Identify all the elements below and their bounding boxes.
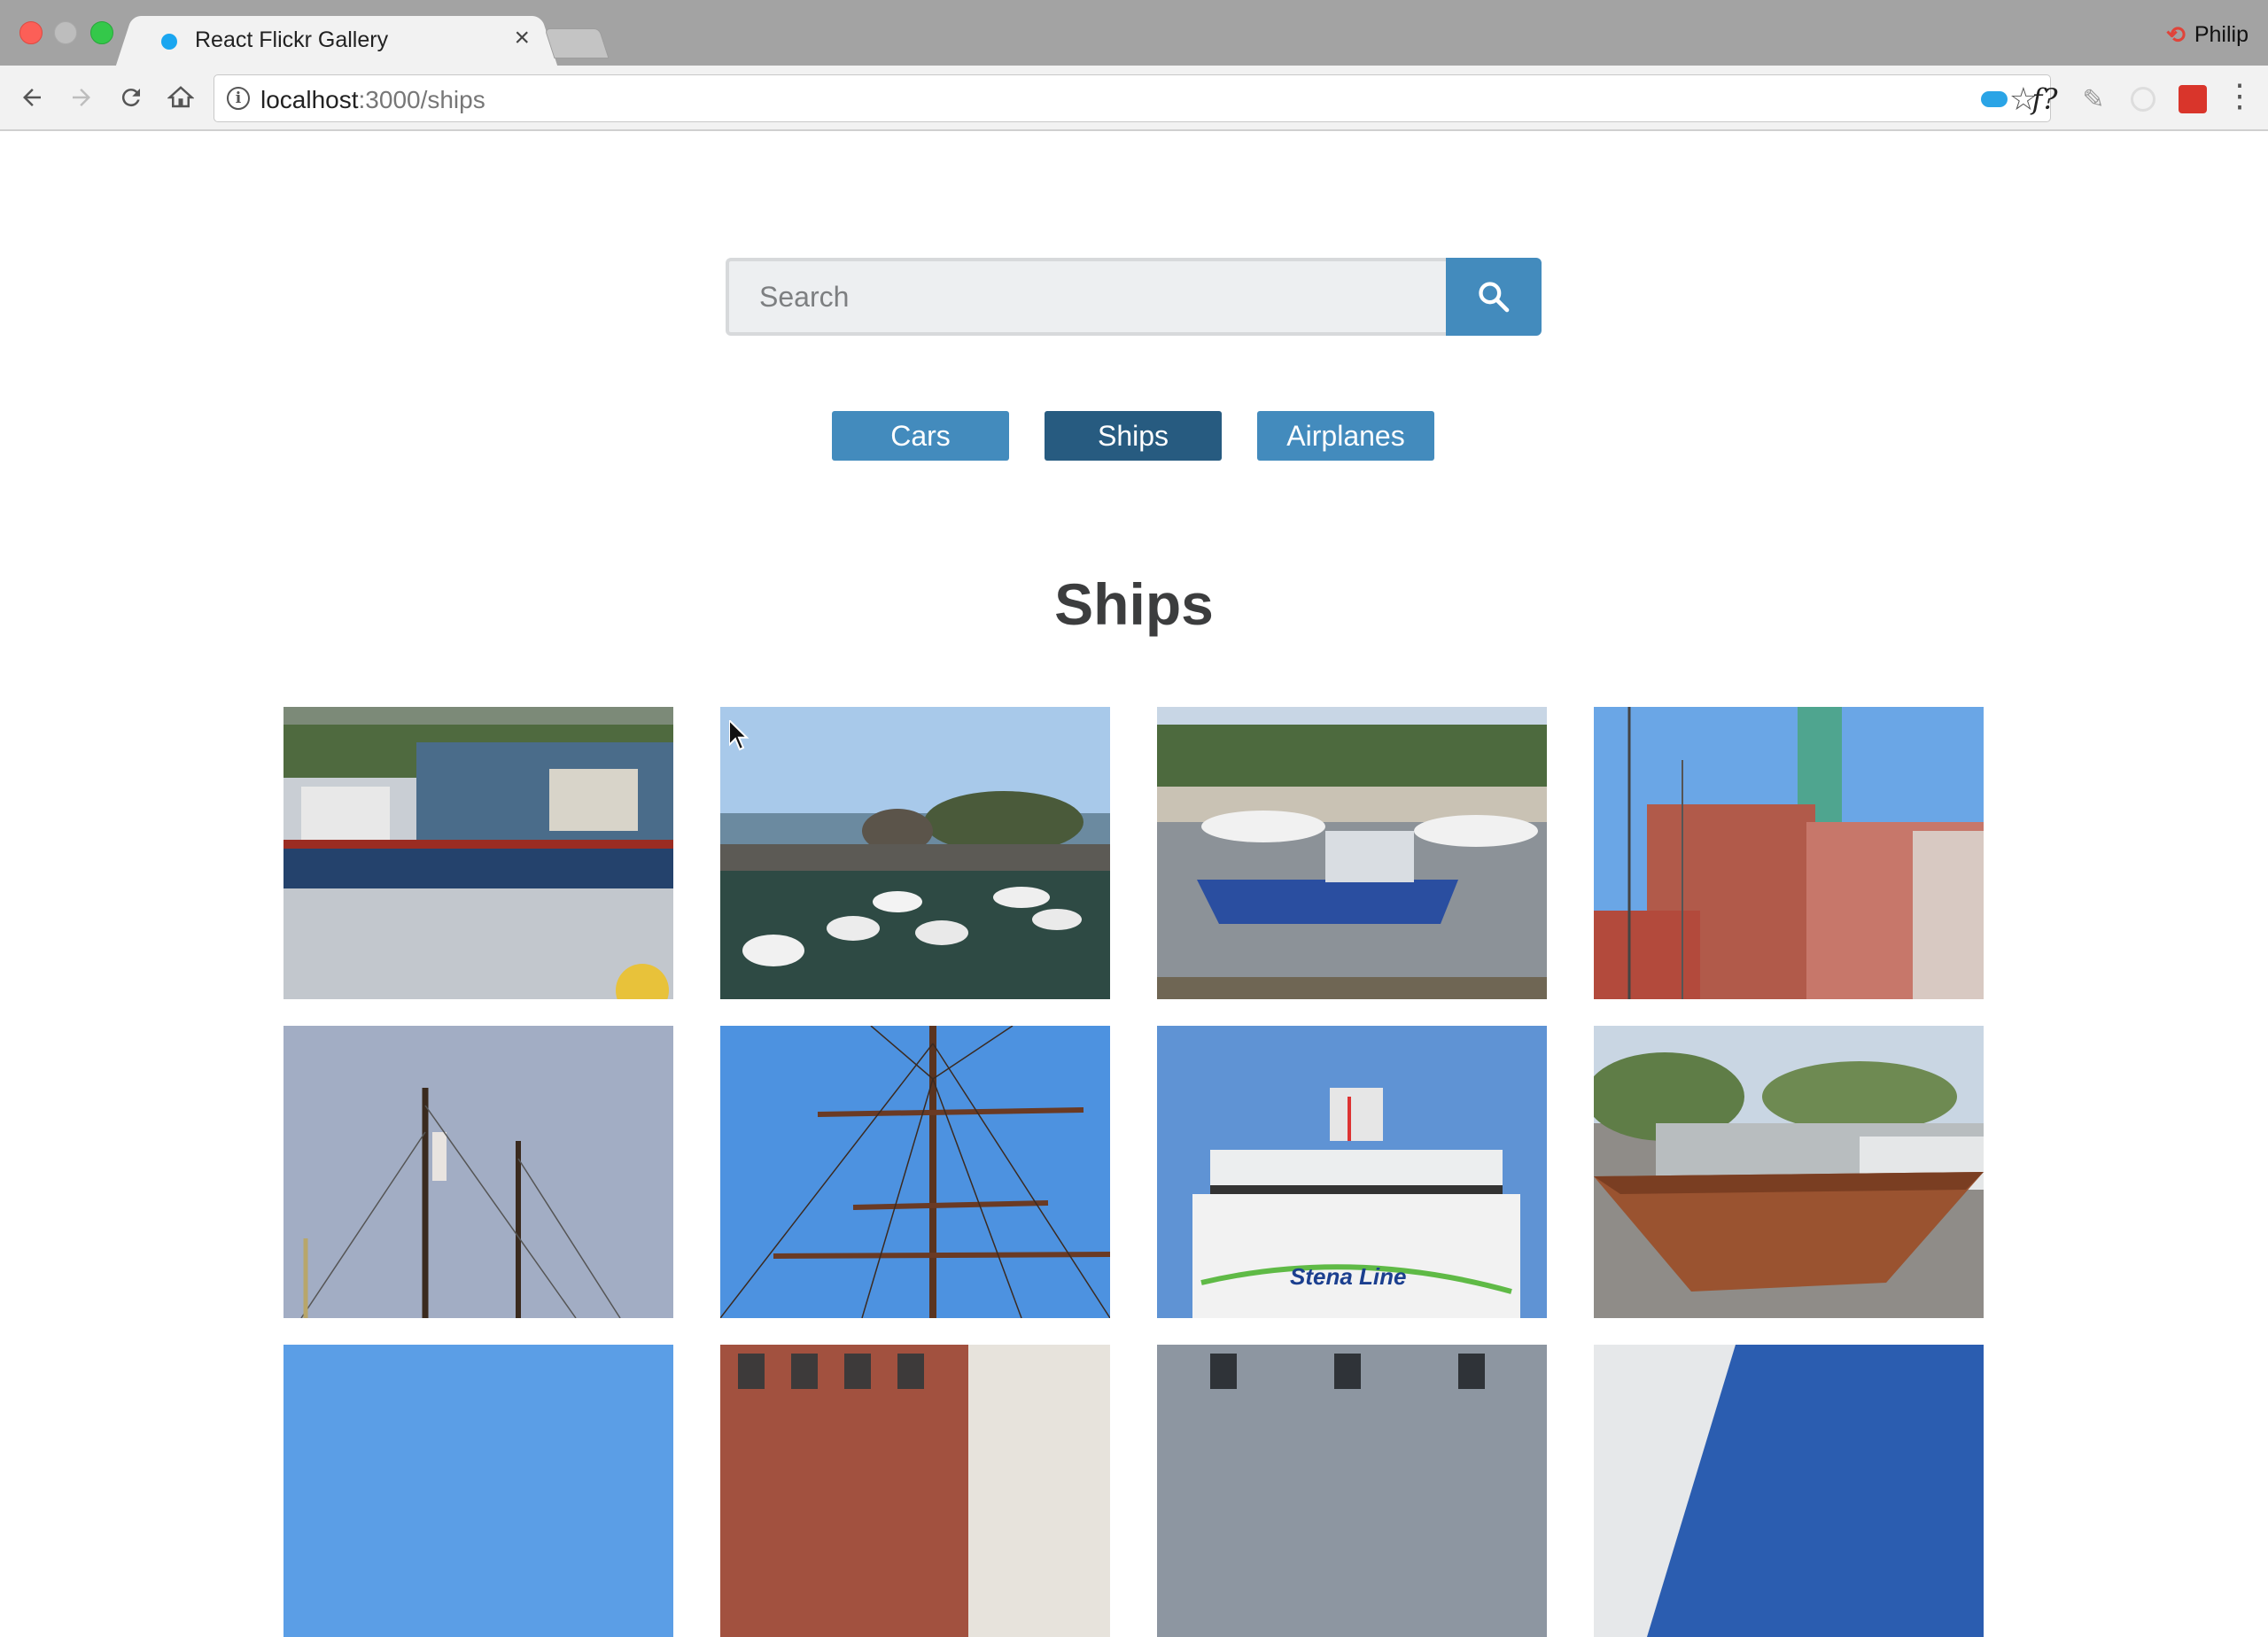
search-input[interactable]: [726, 258, 1446, 336]
home-icon: [167, 86, 194, 108]
forward-button[interactable]: [64, 80, 99, 115]
brick-facade-image: [720, 1345, 1110, 1637]
nav-link-ships[interactable]: Ships: [1045, 411, 1222, 461]
new-tab-button[interactable]: [544, 28, 610, 58]
sky-image: [284, 1345, 673, 1637]
photo-sailboat-masts[interactable]: [284, 1026, 673, 1318]
photo-sail-blue[interactable]: [1594, 1345, 1984, 1637]
reload-icon: [121, 89, 140, 107]
photo-harbor-boats[interactable]: [720, 707, 1110, 999]
circle-extension-icon[interactable]: [2127, 83, 2159, 115]
tall-ship-rigging-image: [720, 1026, 1110, 1318]
gallery-title: Ships: [1054, 571, 1214, 637]
red-extension-icon[interactable]: [2177, 83, 2209, 115]
sail-blue-image: [1594, 1345, 1984, 1637]
harbor-boats-image: [720, 707, 1110, 999]
stena-line-ferry-image: Stena Line: [1157, 1026, 1547, 1318]
photo-blue-fishing-boat[interactable]: [1157, 707, 1547, 999]
cargo-ship-image: [284, 707, 673, 999]
cloud-extension-icon[interactable]: [1978, 83, 2010, 115]
search-button[interactable]: [1446, 258, 1542, 336]
reload-button[interactable]: [113, 80, 149, 115]
mouse-cursor-icon: [728, 718, 750, 756]
svg-text:Stena Line: Stena Line: [1290, 1263, 1406, 1290]
photo-brick-buildings-masts[interactable]: [1594, 707, 1984, 999]
photo-brick-facade[interactable]: [720, 1345, 1110, 1637]
brick-buildings-masts-image: [1594, 707, 1984, 999]
search-icon: [1479, 282, 1510, 313]
blue-fishing-boat-image: [1157, 707, 1547, 999]
browser-tab-active[interactable]: React Flickr Gallery ×: [133, 16, 540, 66]
search-form: [726, 258, 1542, 336]
url-path: :3000/ships: [358, 86, 485, 113]
photo-cargo-ship[interactable]: [284, 707, 673, 999]
main-nav: Cars Ships Airplanes: [832, 411, 1434, 461]
photo-stena-line-ferry[interactable]: Stena Line: [1157, 1026, 1547, 1318]
font-extension-label: f?: [2031, 82, 2058, 116]
url-text[interactable]: localhost:3000/ships: [260, 86, 485, 114]
photo-rust-sculpture[interactable]: [1594, 1026, 1984, 1318]
tab-close-icon[interactable]: ×: [514, 23, 530, 52]
font-extension-icon[interactable]: f?: [2029, 82, 2061, 116]
page-content: Cars Ships Airplanes Ships: [0, 133, 2268, 1637]
url-host: localhost: [260, 86, 359, 113]
photo-sky[interactable]: [284, 1345, 673, 1637]
back-button[interactable]: [14, 80, 50, 115]
close-window-button[interactable]: [19, 21, 43, 44]
profile-name: Philip: [2194, 22, 2249, 47]
back-arrow-icon: [23, 89, 41, 106]
minimize-window-button[interactable]: [54, 21, 77, 44]
nav-link-airplanes[interactable]: Airplanes: [1257, 411, 1434, 461]
maximize-window-button[interactable]: [90, 21, 113, 44]
info-icon[interactable]: i: [227, 87, 250, 110]
sailboat-masts-image: [284, 1026, 673, 1318]
browser-toolbar: i localhost:3000/ships ☆ f? ✎ ⋮: [0, 66, 2268, 131]
profile-button[interactable]: ⟲ Philip: [2166, 21, 2249, 49]
stone-building-image: [1157, 1345, 1547, 1637]
photo-tall-ship-rigging[interactable]: [720, 1026, 1110, 1318]
react-favicon-icon: [161, 34, 177, 50]
tab-title: React Flickr Gallery: [195, 27, 389, 52]
nav-link-cars[interactable]: Cars: [832, 411, 1009, 461]
home-button[interactable]: [163, 80, 198, 115]
browser-titlebar: React Flickr Gallery × ⟲ Philip: [0, 0, 2268, 66]
sync-profile-icon: ⟲: [2166, 21, 2186, 48]
pen-extension-icon[interactable]: ✎: [2078, 83, 2109, 115]
forward-arrow-icon: [73, 89, 90, 106]
address-bar[interactable]: i localhost:3000/ships ☆: [214, 74, 2051, 122]
browser-menu-icon[interactable]: ⋮: [2224, 80, 2256, 112]
photo-stone-building[interactable]: [1157, 1345, 1547, 1637]
rust-sculpture-image: [1594, 1026, 1984, 1318]
